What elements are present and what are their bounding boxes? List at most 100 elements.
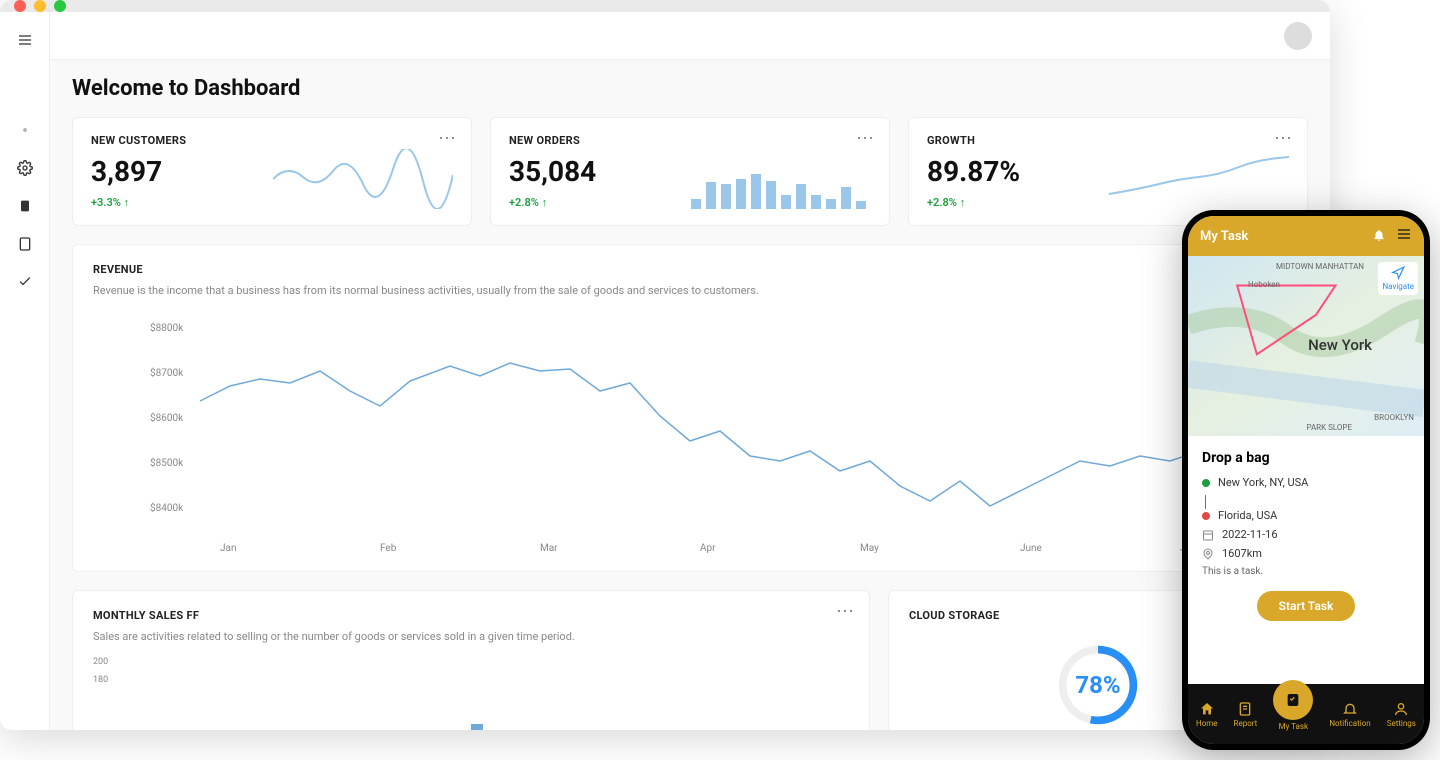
sparkline-bar	[691, 159, 871, 209]
y-tick: 200	[93, 657, 849, 667]
phone-mockup: My Task New York MIDTOWN MANHATTAN Hobok…	[1182, 210, 1430, 750]
avatar[interactable]	[1284, 22, 1312, 50]
phone-bottom-nav: Home Report My Task Notification Setting…	[1188, 684, 1424, 744]
nav-label: Home	[1196, 719, 1218, 728]
task-body: Drop a bag New York, NY, USA Florida, US…	[1188, 436, 1424, 684]
location-icon	[1202, 548, 1214, 560]
revenue-title: REVENUE	[93, 263, 1287, 276]
nav-label: Report	[1234, 719, 1258, 728]
storage-percent: 78%	[1075, 671, 1120, 699]
phone-screen: My Task New York MIDTOWN MANHATTAN Hobok…	[1188, 216, 1424, 744]
nav-center-icon	[1273, 680, 1313, 720]
menu-icon[interactable]	[1396, 226, 1412, 246]
sidebar-item-docs[interactable]	[17, 198, 33, 214]
sidebar-item-tasks[interactable]	[17, 274, 33, 290]
menu-icon[interactable]	[17, 32, 33, 48]
revenue-subtitle: Revenue is the income that a business ha…	[93, 284, 1287, 297]
y-tick: 180	[93, 675, 849, 685]
map-city-label: New York	[1308, 336, 1372, 354]
navigate-icon[interactable]: Navigate	[1378, 262, 1418, 295]
monthly-sales-card: MONTHLY SALES FF Sales are activities re…	[72, 590, 870, 730]
nav-label: My Task	[1279, 722, 1308, 731]
card-menu-icon[interactable]: ⋯	[1274, 128, 1293, 149]
sidebar-item-device[interactable]	[17, 236, 33, 252]
content: Welcome to Dashboard NEW CUSTOMERS 3,897…	[50, 60, 1330, 730]
y-tick: $8600k	[150, 411, 184, 424]
close-window-icon[interactable]	[14, 0, 26, 12]
nav-mytask[interactable]: My Task	[1273, 698, 1313, 731]
nav-home[interactable]: Home	[1196, 701, 1218, 728]
card-menu-icon[interactable]: ⋯	[856, 128, 875, 149]
stat-label: GROWTH	[927, 134, 1020, 147]
x-tick: Feb	[380, 543, 397, 554]
desktop-window: Welcome to Dashboard NEW CUSTOMERS 3,897…	[0, 0, 1330, 730]
stat-value: 3,897	[91, 155, 186, 188]
x-tick: May	[860, 543, 879, 554]
task-desc: This is a task.	[1202, 566, 1410, 577]
task-distance-row: 1607km	[1202, 547, 1410, 560]
x-tick: Apr	[700, 543, 716, 554]
map-label: BROOKLYN	[1374, 413, 1414, 422]
bottom-row: MONTHLY SALES FF Sales are activities re…	[72, 590, 1308, 730]
phone-header-title: My Task	[1200, 229, 1248, 244]
monthly-bar	[471, 724, 483, 730]
stats-row: NEW CUSTOMERS 3,897 +3.3% ↑ ⋯ NEW ORDERS	[72, 117, 1308, 226]
task-from: New York, NY, USA	[1218, 476, 1308, 489]
stat-card-customers: NEW CUSTOMERS 3,897 +3.3% ↑ ⋯	[72, 117, 472, 226]
revenue-card: REVENUE Revenue is the income that a bus…	[72, 244, 1308, 572]
task-distance: 1607km	[1222, 547, 1262, 560]
monthly-title: MONTHLY SALES FF	[93, 609, 849, 622]
task-date: 2022-11-16	[1222, 528, 1278, 541]
nav-settings[interactable]: Settings	[1387, 701, 1416, 728]
x-tick: Jan	[220, 543, 236, 554]
y-tick: $8800k	[150, 321, 184, 334]
phone-map[interactable]: New York MIDTOWN MANHATTAN Hoboken BROOK…	[1188, 256, 1424, 436]
nav-label: Notification	[1329, 719, 1370, 728]
sidebar-item-dashboard[interactable]	[17, 122, 33, 138]
nav-label: Settings	[1387, 719, 1416, 728]
y-tick: $8700k	[150, 366, 184, 379]
task-to: Florida, USA	[1218, 509, 1277, 522]
stat-card-orders: NEW ORDERS 35,084 +2.8% ↑ ⋯	[490, 117, 890, 226]
task-origin: New York, NY, USA	[1202, 476, 1410, 489]
card-menu-icon[interactable]: ⋯	[836, 601, 855, 622]
start-task-button[interactable]: Start Task	[1257, 591, 1356, 621]
task-title: Drop a bag	[1202, 450, 1410, 466]
route-line	[1205, 495, 1206, 509]
card-menu-icon[interactable]: ⋯	[438, 128, 457, 149]
sidebar-item-settings[interactable]	[17, 160, 33, 176]
maximize-window-icon[interactable]	[54, 0, 66, 12]
page-title: Welcome to Dashboard	[72, 76, 1308, 101]
map-label: PARK SLOPE	[1306, 423, 1352, 432]
destination-dot-icon	[1202, 512, 1210, 520]
nav-report[interactable]: Report	[1234, 701, 1258, 728]
stat-value: 89.87%	[927, 155, 1020, 188]
calendar-icon	[1202, 529, 1214, 541]
map-label: MIDTOWN MANHATTAN	[1276, 262, 1364, 271]
main-area: Welcome to Dashboard NEW CUSTOMERS 3,897…	[50, 12, 1330, 730]
stat-label: NEW ORDERS	[509, 134, 596, 147]
stat-value: 35,084	[509, 155, 596, 188]
sparkline-line	[273, 149, 453, 209]
x-tick: June	[1020, 543, 1042, 554]
window-controls	[0, 0, 1330, 12]
stat-change: +3.3% ↑	[91, 196, 186, 209]
task-date-row: 2022-11-16	[1202, 528, 1410, 541]
nav-notification[interactable]: Notification	[1329, 701, 1370, 728]
topbar	[50, 12, 1330, 60]
bell-icon[interactable]	[1372, 227, 1386, 246]
sparkline-line	[1109, 149, 1289, 209]
task-destination: Florida, USA	[1202, 509, 1410, 522]
map-label: Hoboken	[1248, 280, 1280, 289]
minimize-window-icon[interactable]	[34, 0, 46, 12]
app-shell: Welcome to Dashboard NEW CUSTOMERS 3,897…	[0, 12, 1330, 730]
y-tick: $8500k	[150, 456, 184, 469]
origin-dot-icon	[1202, 479, 1210, 487]
sidebar	[0, 12, 50, 730]
stat-change: +2.8% ↑	[509, 196, 596, 209]
stat-change: +2.8% ↑	[927, 196, 1020, 209]
stat-label: NEW CUSTOMERS	[91, 134, 186, 147]
monthly-subtitle: Sales are activities related to selling …	[93, 630, 849, 643]
x-tick: Mar	[540, 543, 558, 554]
phone-header: My Task	[1188, 216, 1424, 256]
